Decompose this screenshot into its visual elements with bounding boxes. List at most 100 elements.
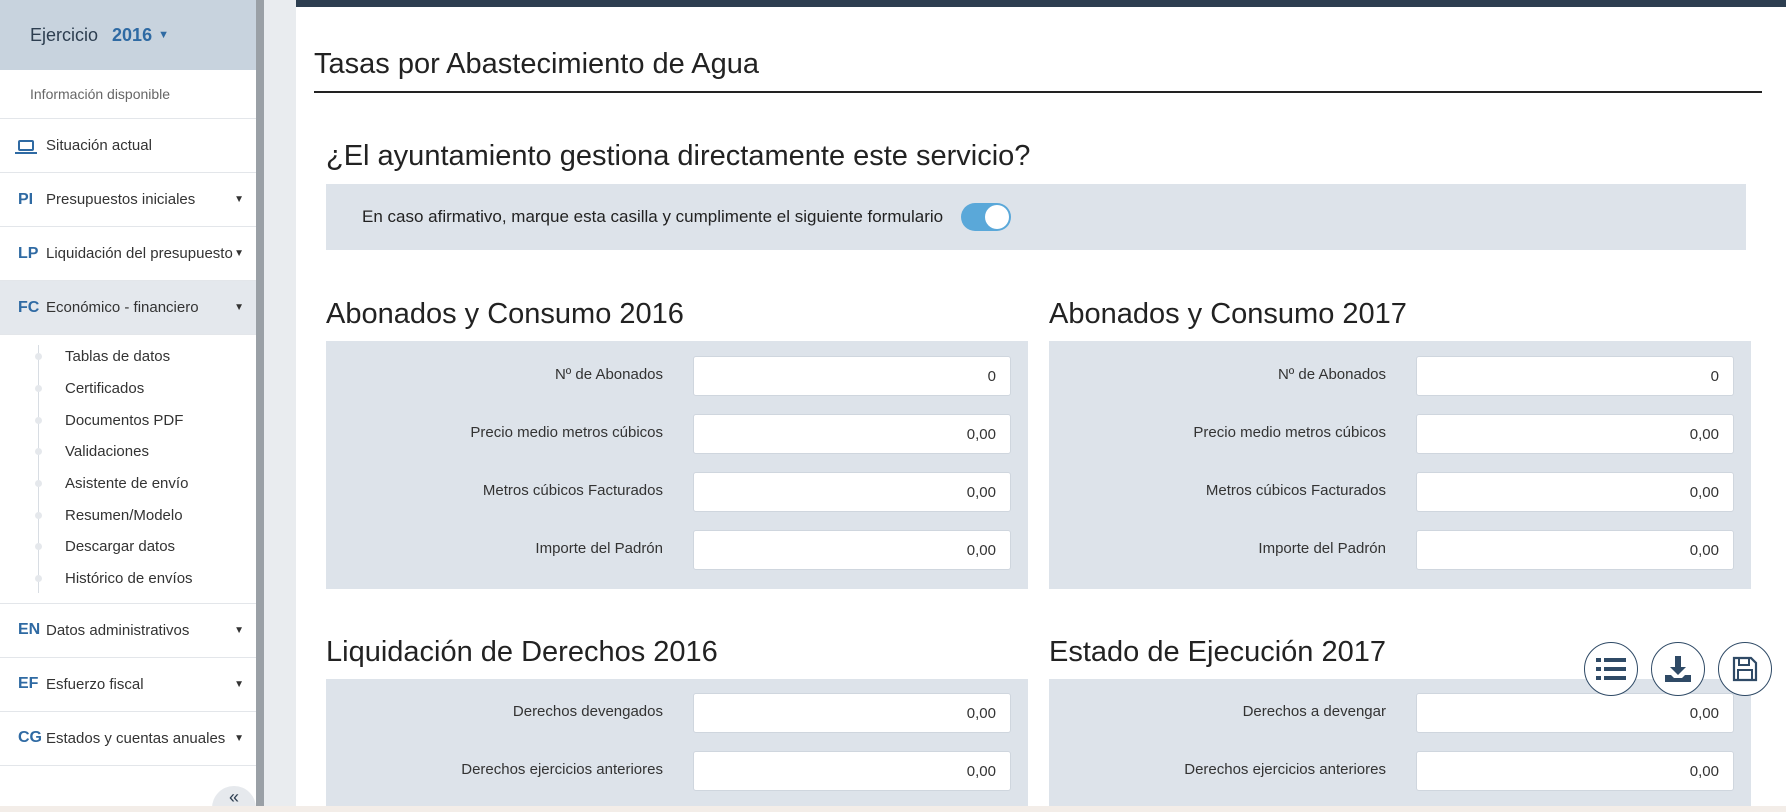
sidebar-item-label: Estados y cuentas anuales [46,729,226,747]
form-panel: Nº de Abonados 0 Precio medio metros cúb… [1049,341,1751,589]
submenu-item[interactable]: Histórico de envíos [0,563,256,595]
form-row: Importe del Padrón 0,00 [326,530,1028,570]
submenu-item[interactable]: Resumen/Modelo [0,499,256,531]
sidebar: Ejercicio 2016 ▼ Información disponible … [0,0,264,806]
number-input[interactable]: 0,00 [693,414,1011,454]
field-label: Importe del Padrón [535,540,663,557]
field-label: Precio medio metros cúbicos [470,424,663,441]
download-button[interactable] [1651,642,1705,696]
field-label: Importe del Padrón [1258,540,1386,557]
number-input[interactable]: 0,00 [1416,693,1734,733]
form-row: Metros cúbicos Facturados 0,00 [1049,472,1751,512]
year-selector[interactable]: Ejercicio 2016 ▼ [0,0,256,70]
sidebar-item-lp[interactable]: LP Liquidación del presupuesto ▼ [0,227,256,281]
sidebar-item-label: Económico - financiero [46,299,199,316]
form-row: Derechos a devengar 0,00 [1049,693,1751,733]
sidebar-item-ef[interactable]: EF Esfuerzo fiscal ▼ [0,658,256,712]
number-input[interactable]: 0 [1416,356,1734,396]
caret-down-icon: ▼ [234,624,244,636]
section-title: Abonados y Consumo 2017 [1049,298,1407,330]
number-input[interactable]: 0,00 [1416,472,1734,512]
sidebar-item-abbr: LP [18,244,39,262]
sidebar-item-pi[interactable]: PI Presupuestos iniciales ▼ [0,173,256,227]
section-title: Abonados y Consumo 2016 [326,298,684,330]
main-content: Tasas por Abastecimiento de Agua ¿El ayu… [296,0,1786,806]
submenu-item[interactable]: Descargar datos [0,531,256,563]
form-row: Metros cúbicos Facturados 0,00 [326,472,1028,512]
form-panel: Derechos devengados 0,00 Derechos ejerci… [326,679,1028,806]
year-label: Ejercicio [30,24,99,45]
form-row: Nº de Abonados 0 [326,356,1028,396]
form-panel: Derechos a devengar 0,00 Derechos ejerci… [1049,679,1751,806]
list-icon [1596,658,1626,680]
caret-down-icon: ▼ [234,248,244,259]
sidebar-item-abbr: PI [18,190,34,208]
fc-submenu: Tablas de datos Certificados Documentos … [0,335,256,604]
caret-down-icon: ▼ [234,302,244,313]
download-icon [1665,656,1691,682]
form-row: Derechos ejercicios anteriores 0,00 [1049,751,1751,791]
sidebar-item-abbr: FC [18,298,40,316]
laptop-icon [15,140,37,154]
form-row: Precio medio metros cúbicos 0,00 [326,414,1028,454]
field-label: Derechos ejercicios anteriores [1184,761,1386,778]
sidebar-item-abbr: EN [18,621,41,638]
sidebar-item-cg[interactable]: CG Estados y cuentas anuales ▼ [0,712,256,766]
toggle-label: En caso afirmativo, marque esta casilla … [362,207,944,226]
sidebar-item-label: Liquidación del presupuesto [46,245,233,262]
number-input[interactable]: 0,00 [1416,414,1734,454]
gutter [264,0,296,806]
sidebar-item-en[interactable]: EN Datos administrativos ▼ [0,604,256,658]
field-label: Precio medio metros cúbicos [1193,424,1386,441]
field-label: Nº de Abonados [554,366,663,383]
field-label: Metros cúbicos Facturados [1205,482,1386,499]
form-row: Precio medio metros cúbicos 0,00 [1049,414,1751,454]
info-available-label: Información disponible [0,70,256,119]
caret-down-icon: ▼ [234,678,244,690]
field-label: Metros cúbicos Facturados [482,482,663,499]
sidebar-item-label: Datos administrativos [46,621,190,639]
submenu-item[interactable]: Documentos PDF [0,404,256,436]
question-heading: ¿El ayuntamiento gestiona directamente e… [326,140,1031,172]
section-title: Estado de Ejecución 2017 [1049,636,1386,668]
section-title: Liquidación de Derechos 2016 [326,636,718,668]
page-title: Tasas por Abastecimiento de Agua [314,48,1762,93]
submenu-item[interactable]: Validaciones [0,436,256,468]
sidebar-item-abbr: EF [18,675,39,692]
bottom-band [0,806,1786,812]
submenu-item[interactable]: Certificados [0,373,256,405]
submenu-item[interactable]: Asistente de envío [0,468,256,500]
save-icon [1732,656,1758,682]
number-input[interactable]: 0,00 [1416,751,1734,791]
submenu-item[interactable]: Tablas de datos [0,341,256,373]
field-label: Nº de Abonados [1277,366,1386,383]
form-row: Nº de Abonados 0 [1049,356,1751,396]
sidebar-item-abbr: CG [18,729,42,746]
form-row: Derechos devengados 0,00 [326,693,1028,733]
number-input[interactable]: 0,00 [693,472,1011,512]
number-input[interactable]: 0 [693,356,1011,396]
field-label: Derechos devengados [512,703,663,720]
caret-down-icon[interactable]: ▼ [158,29,169,41]
sidebar-item-label: Esfuerzo fiscal [46,675,144,693]
field-label: Derechos a devengar [1242,703,1386,720]
sidebar-item-current-status[interactable]: Situación actual [0,119,256,173]
sidebar-item-fc[interactable]: FC Económico - financiero ▼ [0,281,256,335]
form-row: Derechos ejercicios anteriores 0,00 [326,751,1028,791]
save-button[interactable] [1718,642,1772,696]
caret-down-icon: ▼ [234,732,244,744]
toggle-box: En caso afirmativo, marque esta casilla … [326,184,1746,250]
field-label: Derechos ejercicios anteriores [461,761,663,778]
sidebar-item-label: Situación actual [46,137,152,154]
number-input[interactable]: 0,00 [693,530,1011,570]
list-button[interactable] [1584,642,1638,696]
number-input[interactable]: 0,00 [693,693,1011,733]
form-row: Importe del Padrón 0,00 [1049,530,1751,570]
sidebar-item-label: Presupuestos iniciales [46,191,196,208]
top-bar [296,0,1786,7]
year-value[interactable]: 2016 [112,25,152,46]
form-panel: Nº de Abonados 0 Precio medio metros cúb… [326,341,1028,589]
service-toggle[interactable] [961,203,1012,231]
number-input[interactable]: 0,00 [1416,530,1734,570]
number-input[interactable]: 0,00 [693,751,1011,791]
